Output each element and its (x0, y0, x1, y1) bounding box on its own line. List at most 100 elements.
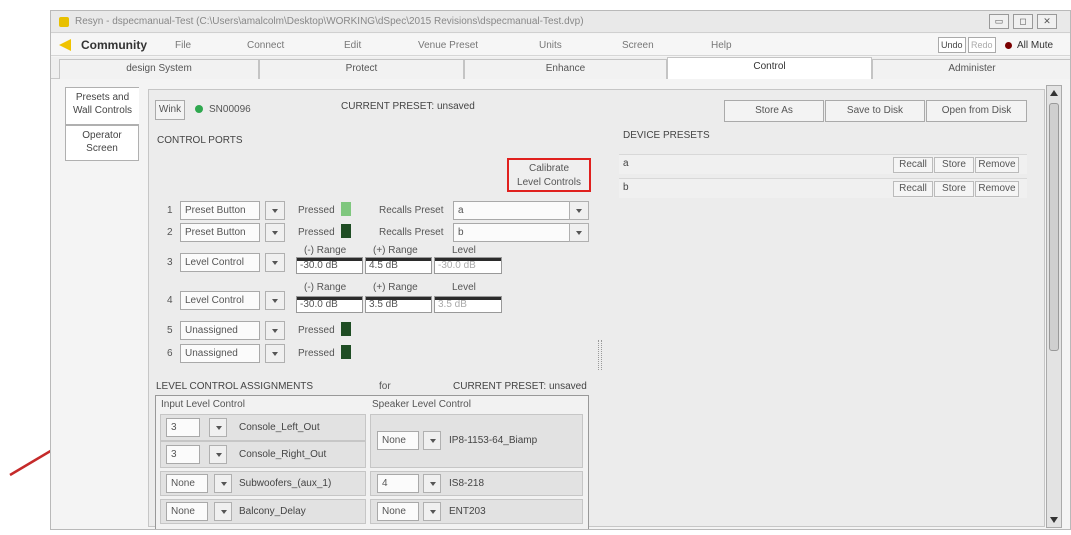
input-level-header: Input Level Control (161, 399, 245, 410)
preset-row[interactable]: b Recall Store Remove (619, 178, 1027, 198)
wink-button[interactable]: Wink (155, 100, 185, 120)
side-tab-label-line1: Operator (82, 130, 122, 141)
range-minus-label: (-) Range (304, 245, 347, 256)
port-type-select[interactable]: Preset Button (180, 201, 260, 220)
side-tab-label-line1: Presets and (75, 92, 130, 103)
menu-help[interactable]: Help (711, 40, 732, 51)
scroll-down-icon[interactable] (1050, 517, 1058, 523)
recalls-preset-label: Recalls Preset (379, 227, 444, 238)
level-field[interactable]: 3.5 dB (434, 296, 502, 313)
tab-protect[interactable]: Protect (259, 59, 464, 79)
chevron-down-icon[interactable] (265, 201, 285, 220)
remove-button[interactable]: Remove (975, 157, 1019, 173)
recall-button[interactable]: Recall (893, 157, 933, 173)
chevron-down-icon[interactable] (265, 321, 285, 340)
speaker-name: IS8-218 (449, 478, 485, 489)
input-level-select[interactable]: 3 (166, 418, 200, 437)
input-level-select[interactable]: 3 (166, 445, 200, 464)
side-tab-operator-screen[interactable]: Operator Screen (65, 125, 139, 161)
store-button[interactable]: Store (934, 181, 974, 197)
range-minus-label: (-) Range (304, 282, 347, 293)
port-type-select[interactable]: Unassigned (180, 344, 260, 363)
port-number: 4 (167, 295, 173, 306)
port-number: 5 (167, 325, 173, 336)
port-number: 6 (167, 348, 173, 359)
chevron-down-icon[interactable] (423, 474, 441, 493)
scroll-up-icon[interactable] (1050, 90, 1058, 96)
calibrate-level-controls-button[interactable]: Calibrate Level Controls (507, 158, 591, 192)
port-type-select[interactable]: Preset Button (180, 223, 260, 242)
pressed-label: Pressed (298, 227, 335, 238)
range-plus-field[interactable]: 4.5 dB (365, 257, 432, 274)
minimize-icon[interactable]: ▭ (989, 14, 1009, 29)
chevron-down-icon[interactable] (265, 344, 285, 363)
side-tab-label-line2: Wall Controls (72, 105, 133, 116)
chevron-down-icon[interactable] (265, 253, 285, 272)
input-row: None Balcony_Delay (160, 499, 366, 524)
port-number: 3 (167, 257, 173, 268)
open-from-disk-button[interactable]: Open from Disk (926, 100, 1027, 122)
remove-button[interactable]: Remove (975, 181, 1019, 197)
calibrate-label-line1: Calibrate (528, 163, 570, 174)
input-level-select[interactable]: None (166, 474, 208, 493)
range-minus-field[interactable]: -30.0 dB (296, 257, 363, 274)
menu-file[interactable]: File (175, 40, 191, 51)
all-mute-button[interactable]: All Mute (1017, 40, 1053, 51)
range-plus-field[interactable]: 3.5 dB (365, 296, 432, 313)
recall-button[interactable]: Recall (893, 181, 933, 197)
recall-preset-select[interactable]: a (453, 201, 588, 220)
save-to-disk-button[interactable]: Save to Disk (825, 100, 925, 122)
chevron-down-icon[interactable] (569, 201, 589, 220)
redo-button[interactable]: Redo (968, 37, 996, 53)
recall-preset-select[interactable]: b (453, 223, 588, 242)
maximize-icon[interactable]: ◻ (1013, 14, 1033, 29)
level-field[interactable]: -30.0 dB (434, 257, 502, 274)
store-as-button[interactable]: Store As (724, 100, 824, 122)
close-icon[interactable]: ✕ (1037, 14, 1057, 29)
tab-enhance[interactable]: Enhance (464, 59, 667, 79)
chevron-down-icon[interactable] (265, 291, 285, 310)
pressed-indicator-icon (341, 202, 351, 216)
speaker-level-select[interactable]: None (377, 502, 419, 521)
chevron-down-icon[interactable] (214, 474, 232, 493)
chevron-down-icon[interactable] (209, 418, 227, 437)
undo-button[interactable]: Undo (938, 37, 966, 53)
chevron-down-icon[interactable] (423, 431, 441, 450)
window-title: Resyn - dspecmanual-Test (C:\Users\amalc… (75, 16, 584, 27)
chevron-down-icon[interactable] (569, 223, 589, 242)
chevron-down-icon[interactable] (265, 223, 285, 242)
tab-design-system[interactable]: design System (59, 59, 259, 79)
input-level-select[interactable]: None (166, 502, 208, 521)
port-type-select[interactable]: Level Control (180, 253, 260, 272)
pressed-label: Pressed (298, 325, 335, 336)
speaker-level-select[interactable]: 4 (377, 474, 419, 493)
chevron-down-icon[interactable] (423, 502, 441, 521)
vertical-scrollbar[interactable] (1046, 85, 1062, 528)
speaker-level-select[interactable]: None (377, 431, 419, 450)
side-tab-presets-wall-controls[interactable]: Presets and Wall Controls (65, 87, 139, 125)
pane-splitter[interactable] (598, 340, 602, 370)
recalls-preset-label: Recalls Preset (379, 205, 444, 216)
menu-screen[interactable]: Screen (622, 40, 654, 51)
menu-units[interactable]: Units (539, 40, 562, 51)
level-assignments-preset: CURRENT PRESET: unsaved (453, 381, 587, 392)
level-label: Level (452, 245, 476, 256)
port-type-select[interactable]: Level Control (180, 291, 260, 310)
app-logo: Community (81, 38, 147, 52)
scrollbar-thumb[interactable] (1049, 103, 1059, 351)
range-minus-field[interactable]: -30.0 dB (296, 296, 363, 313)
chevron-down-icon[interactable] (214, 502, 232, 521)
menu-venue-preset[interactable]: Venue Preset (418, 40, 478, 51)
store-button[interactable]: Store (934, 157, 974, 173)
port-type-select[interactable]: Unassigned (180, 321, 260, 340)
menu-connect[interactable]: Connect (247, 40, 284, 51)
tab-control[interactable]: Control (667, 57, 872, 79)
side-tab-label-line2: Screen (86, 143, 118, 154)
menu-edit[interactable]: Edit (344, 40, 361, 51)
speaker-row: None ENT203 (370, 499, 583, 524)
device-status-icon (195, 105, 203, 113)
tab-administer[interactable]: Administer (872, 59, 1070, 79)
device-serial: SN00096 (209, 104, 251, 115)
preset-row[interactable]: a Recall Store Remove (619, 154, 1027, 174)
chevron-down-icon[interactable] (209, 445, 227, 464)
